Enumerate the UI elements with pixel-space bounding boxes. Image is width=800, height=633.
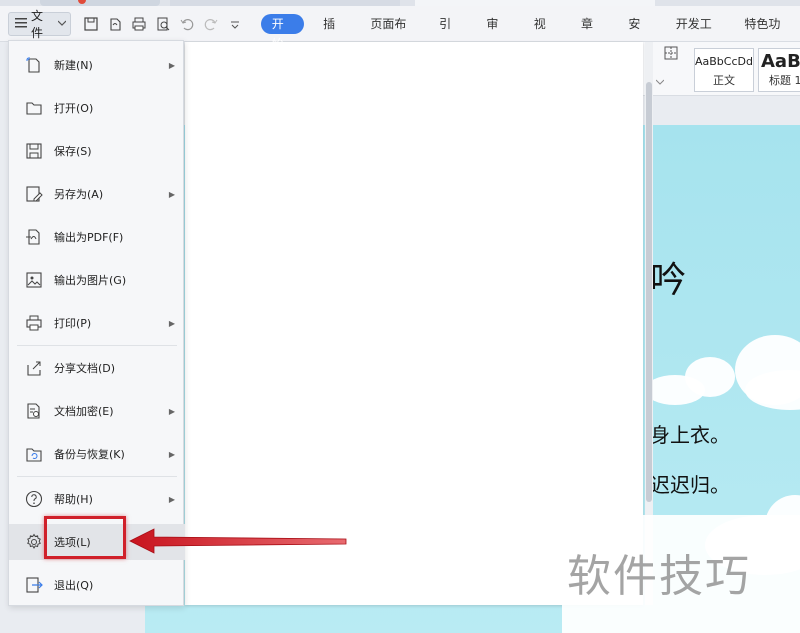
menu-divider bbox=[17, 476, 177, 477]
menu-item-label: 输出为图片(G) bbox=[54, 274, 127, 287]
menu-bar: 文件 开始 插入 页面布局 引用 审阅 视图 章 bbox=[0, 6, 800, 67]
tab-insert[interactable]: 插入 bbox=[310, 6, 357, 67]
tab-special-features[interactable]: 特色功能 bbox=[731, 6, 800, 67]
borders-icon[interactable] bbox=[664, 46, 678, 63]
save-icon bbox=[24, 141, 44, 161]
style-heading-1-name: 标题 1 bbox=[769, 74, 800, 87]
save-as-icon bbox=[24, 184, 44, 204]
chevron-down-icon bbox=[57, 19, 67, 29]
chevron-down-icon[interactable] bbox=[655, 74, 665, 88]
menu-item-label: 保存(S) bbox=[54, 145, 92, 158]
undo-icon[interactable] bbox=[179, 16, 195, 32]
submenu-arrow-icon: ▶ bbox=[168, 406, 175, 416]
menu-item-save-as[interactable]: 另存为(A) ▶ bbox=[9, 176, 185, 212]
tab-review[interactable]: 审阅 bbox=[473, 6, 520, 67]
menu-item-label: 输出为PDF(F) bbox=[54, 231, 124, 244]
help-icon bbox=[24, 489, 44, 509]
new-doc-icon bbox=[24, 55, 44, 75]
menu-item-label: 帮助(H) bbox=[54, 493, 93, 506]
print-icon bbox=[24, 313, 44, 333]
file-menu-button[interactable]: 文件 bbox=[8, 9, 71, 40]
folder-open-icon bbox=[24, 98, 44, 118]
tab-page-layout[interactable]: 页面布局 bbox=[357, 6, 426, 67]
customize-toolbar-icon[interactable] bbox=[227, 16, 243, 32]
menu-item-new[interactable]: 新建(N) ▶ bbox=[9, 47, 185, 83]
exit-icon bbox=[24, 575, 44, 595]
menu-item-label: 文档加密(E) bbox=[54, 405, 114, 418]
menu-item-encrypt[interactable]: 文档加密(E) ▶ bbox=[9, 393, 185, 429]
menu-item-label: 另存为(A) bbox=[54, 188, 104, 201]
menu-item-export-image[interactable]: 输出为图片(G) bbox=[9, 262, 185, 298]
gear-icon bbox=[24, 532, 44, 552]
scrollbar-thumb[interactable] bbox=[646, 82, 652, 502]
menu-divider bbox=[17, 345, 177, 346]
print-preview-icon[interactable] bbox=[155, 16, 171, 32]
cloud-decoration bbox=[685, 357, 735, 397]
menu-item-share[interactable]: 分享文档(D) bbox=[9, 350, 185, 386]
menu-item-open[interactable]: 打开(O) bbox=[9, 90, 185, 126]
menu-item-exit[interactable]: 退出(Q) bbox=[9, 567, 185, 603]
menu-item-backup[interactable]: 备份与恢复(K) ▶ bbox=[9, 436, 185, 472]
document-line: 身上衣。 bbox=[650, 423, 730, 447]
tab-developer[interactable]: 开发工具 bbox=[663, 6, 732, 67]
menu-item-label: 打开(O) bbox=[54, 102, 94, 115]
menu-item-print[interactable]: 打印(P) ▶ bbox=[9, 305, 185, 341]
menu-item-help[interactable]: 帮助(H) ▶ bbox=[9, 481, 185, 517]
submenu-arrow-icon: ▶ bbox=[168, 494, 175, 504]
menu-item-label: 备份与恢复(K) bbox=[54, 448, 125, 461]
tab-section[interactable]: 章节 bbox=[568, 6, 615, 67]
tab-home[interactable]: 开始 bbox=[260, 13, 305, 51]
tab-references[interactable]: 引用 bbox=[426, 6, 473, 67]
redo-icon[interactable] bbox=[203, 16, 219, 32]
export-pdf-icon bbox=[24, 227, 44, 247]
tab-view[interactable]: 视图 bbox=[521, 6, 568, 67]
quick-access-toolbar bbox=[83, 16, 243, 32]
save-icon[interactable] bbox=[83, 16, 99, 32]
document-title-fragment: 吟 bbox=[650, 260, 687, 301]
backup-icon bbox=[24, 444, 44, 464]
menu-item-save[interactable]: 保存(S) bbox=[9, 133, 185, 169]
submenu-arrow-icon: ▶ bbox=[168, 189, 175, 199]
style-normal[interactable]: AaBbCcDd 正文 bbox=[694, 48, 754, 92]
export-image-icon bbox=[24, 270, 44, 290]
menu-item-label: 分享文档(D) bbox=[54, 362, 116, 375]
menu-item-label: 新建(N) bbox=[54, 59, 93, 72]
hamburger-icon bbox=[15, 17, 27, 31]
share-icon bbox=[24, 358, 44, 378]
menu-item-label: 退出(Q) bbox=[54, 579, 94, 592]
submenu-arrow-icon: ▶ bbox=[168, 449, 175, 459]
submenu-arrow-icon: ▶ bbox=[168, 318, 175, 328]
encrypt-icon bbox=[24, 401, 44, 421]
annotation-arrow-icon bbox=[129, 528, 347, 554]
style-heading-1-sample: AaB bbox=[761, 51, 800, 72]
menu-item-label: 打印(P) bbox=[54, 317, 92, 330]
watermark-text: 软件技巧 bbox=[567, 551, 751, 602]
tab-security[interactable]: 安全 bbox=[615, 6, 662, 67]
ribbon-panel: AaBbCcDd 正文 AaB 标题 1 bbox=[640, 42, 800, 96]
ribbon-tabs: 开始 插入 页面布局 引用 审阅 视图 章节 安全 开发工具 特色功能 bbox=[255, 6, 800, 67]
document-line: 迟迟归。 bbox=[650, 473, 730, 497]
submenu-arrow-icon: ▶ bbox=[168, 60, 175, 70]
highlight-box bbox=[44, 516, 126, 559]
export-pdf-icon[interactable] bbox=[107, 16, 123, 32]
file-menu-label: 文件 bbox=[31, 8, 44, 40]
style-normal-name: 正文 bbox=[713, 74, 735, 87]
menu-item-export-pdf[interactable]: 输出为PDF(F) bbox=[9, 219, 185, 255]
print-icon[interactable] bbox=[131, 16, 147, 32]
style-heading-1[interactable]: AaB 标题 1 bbox=[758, 48, 800, 92]
style-normal-sample: AaBbCcDd bbox=[695, 55, 753, 68]
